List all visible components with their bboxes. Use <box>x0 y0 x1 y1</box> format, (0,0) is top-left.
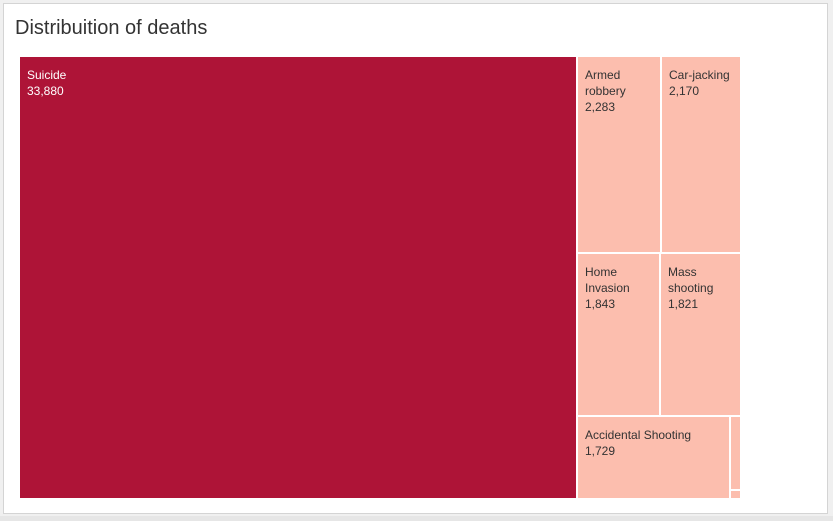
tile-category-line: Mass <box>668 265 697 279</box>
tile-label: Armed robbery 2,283 <box>585 67 657 115</box>
tile-category-line: Home <box>585 265 618 279</box>
tile-category-line: Car-jacking <box>669 68 730 82</box>
treemap-tile-armed-robbery[interactable]: Armed robbery 2,283 <box>577 56 661 253</box>
treemap-tile-car-jacking[interactable]: Car-jacking 2,170 <box>661 56 741 253</box>
treemap-tile-suicide[interactable]: Suicide 33,880 <box>19 56 577 499</box>
tile-label: Car-jacking 2,170 <box>669 67 737 99</box>
tile-label: Accidental Shooting 1,729 <box>585 427 726 459</box>
treemap: Suicide 33,880 Armed robbery 2,283 Car-jackin… <box>19 56 741 499</box>
treemap-tile-home-invasion[interactable]: Home Invasion 1,843 <box>577 253 660 416</box>
tile-value-label: 33,880 <box>27 84 64 98</box>
chart-frame: Distribuition of deaths Suicide 33,880 Arm… <box>3 3 828 514</box>
tile-category-line: Accidental Shooting <box>585 428 692 442</box>
tile-category-line: Invasion <box>585 281 630 295</box>
tile-label: Home Invasion 1,843 <box>585 264 656 312</box>
treemap-tile-accidental-shooting[interactable]: Accidental Shooting 1,729 <box>577 416 730 499</box>
tile-label: Suicide 33,880 <box>27 67 573 99</box>
tile-label: Mass shooting 1,821 <box>668 264 737 312</box>
chart-title: Distribuition of deaths <box>15 17 208 39</box>
tile-value-label: 2,170 <box>669 84 700 98</box>
tile-value-label: 1,821 <box>668 297 699 311</box>
tile-value-label: 1,843 <box>585 297 616 311</box>
tile-value-label: 2,283 <box>585 100 616 114</box>
bottom-edge <box>0 516 833 521</box>
treemap-tile-small-2[interactable] <box>730 490 741 499</box>
tile-category-line: shooting <box>668 281 714 295</box>
tile-category-line: Armed <box>585 68 621 82</box>
treemap-tile-mass-shooting[interactable]: Mass shooting 1,821 <box>660 253 741 416</box>
tile-category-line: robbery <box>585 84 626 98</box>
treemap-tile-small-1[interactable] <box>730 416 741 490</box>
tile-category-line: Suicide <box>27 68 67 82</box>
tile-value-label: 1,729 <box>585 444 616 458</box>
